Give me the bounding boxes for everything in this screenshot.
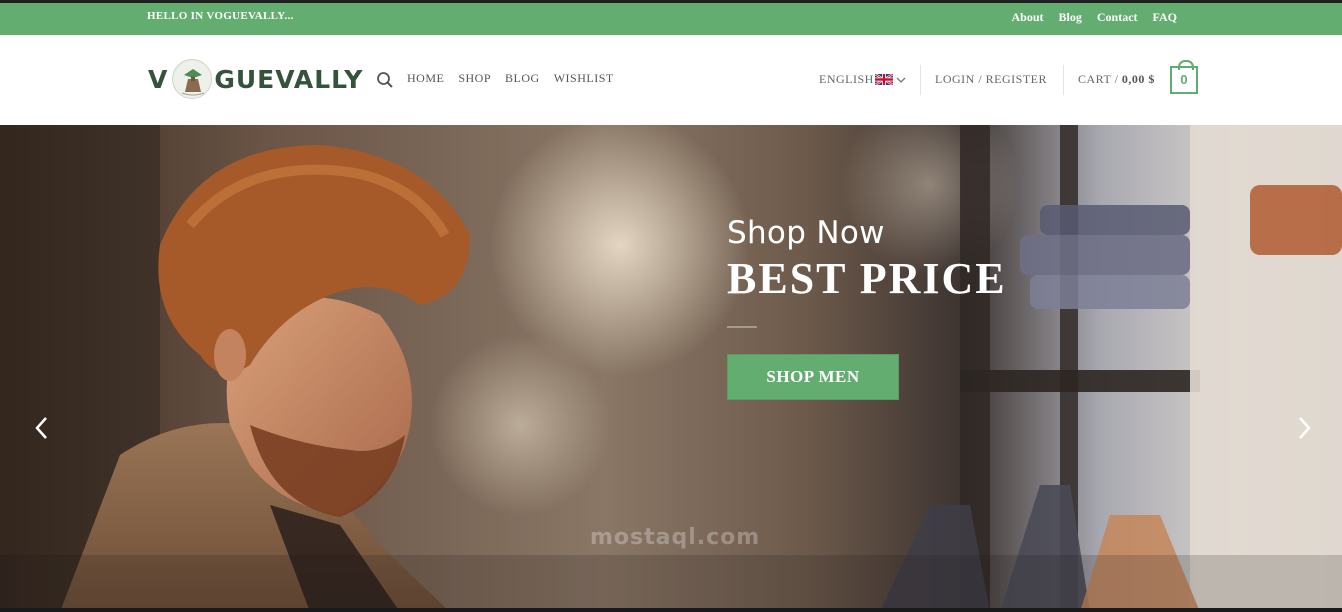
- watermark-text: mostaql.com: [590, 525, 761, 550]
- search-icon[interactable]: [376, 71, 394, 89]
- logo-text-right: GUEVALLY: [214, 64, 364, 94]
- cart-count-icon[interactable]: 0: [1170, 60, 1198, 94]
- hero-divider: [727, 326, 757, 328]
- chevron-right-icon[interactable]: [1294, 415, 1314, 441]
- hero-caption: Shop Now BEST PRICE: [727, 215, 1007, 328]
- page-bottom-border: [0, 608, 1342, 612]
- uk-flag-icon: [874, 74, 893, 85]
- site-logo[interactable]: V GUEVALLY: [148, 55, 363, 103]
- nav-shop[interactable]: SHOP: [458, 71, 491, 86]
- logo-text-left: V: [148, 64, 169, 94]
- divider: [1063, 65, 1064, 95]
- main-nav: HOME SHOP BLOG WISHLIST: [407, 71, 614, 86]
- site-header: V GUEVALLY HOME SHOP BLOG WISHLIST ENGLI…: [0, 35, 1342, 125]
- shop-men-button[interactable]: SHOP MEN: [727, 354, 899, 400]
- hero-title: BEST PRICE: [727, 254, 1007, 303]
- divider: [920, 65, 921, 95]
- nav-wishlist[interactable]: WISHLIST: [554, 71, 614, 86]
- language-label: ENGLISH: [819, 72, 874, 86]
- top-bar: HELLO IN VOGUEVALLY... About Blog Contac…: [0, 0, 1342, 35]
- top-link-contact[interactable]: Contact: [1097, 10, 1138, 25]
- nav-home[interactable]: HOME: [407, 71, 444, 86]
- top-link-blog[interactable]: Blog: [1059, 10, 1082, 25]
- logo-badge-icon: [172, 59, 213, 99]
- chevron-down-icon: [896, 77, 906, 83]
- login-register-link[interactable]: LOGIN / REGISTER: [935, 72, 1047, 87]
- top-link-about[interactable]: About: [1012, 10, 1044, 25]
- cart-amount: 0,00 $: [1121, 72, 1155, 86]
- language-selector[interactable]: ENGLISH: [819, 72, 906, 87]
- hero-subtitle: Shop Now: [727, 215, 885, 251]
- greeting-text: HELLO IN VOGUEVALLY...: [147, 10, 294, 22]
- hero-slider: Shop Now BEST PRICE SHOP MEN mostaql.com: [0, 125, 1342, 612]
- chevron-left-icon[interactable]: [32, 415, 52, 441]
- top-link-faq[interactable]: FAQ: [1153, 10, 1177, 25]
- nav-blog[interactable]: BLOG: [505, 71, 540, 86]
- cart-link[interactable]: CART / 0,00 $: [1078, 72, 1155, 87]
- top-links: About Blog Contact FAQ: [1012, 10, 1177, 25]
- cart-label: CART /: [1078, 72, 1119, 86]
